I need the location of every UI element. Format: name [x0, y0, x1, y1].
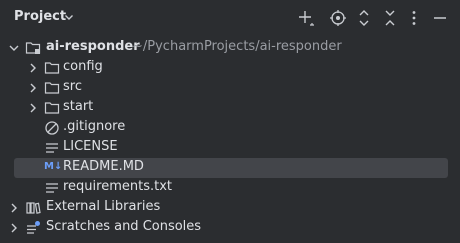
- tree-row-license[interactable]: LICENSE: [0, 138, 460, 158]
- markdown-file-icon: M↓: [44, 161, 63, 172]
- tree-item-label: Scratches and Consoles: [46, 219, 202, 234]
- root-path: ~/PycharmProjects/ai-responder: [132, 39, 342, 54]
- tree-row-requirements[interactable]: requirements.txt: [0, 178, 460, 198]
- folder-icon: [44, 60, 60, 76]
- hide-icon[interactable]: [430, 8, 450, 28]
- locate-icon[interactable]: [328, 8, 348, 28]
- tree-row-src[interactable]: src: [0, 78, 460, 98]
- tree-item-label: External Libraries: [46, 199, 161, 214]
- scratches-icon: [25, 220, 41, 236]
- tree-item-label: config: [63, 59, 103, 74]
- add-icon[interactable]: [296, 8, 316, 28]
- chevron-right-icon[interactable]: [8, 222, 20, 234]
- tree-item-label: LICENSE: [63, 139, 118, 154]
- folder-icon: [44, 80, 60, 96]
- project-title[interactable]: Project: [14, 9, 66, 24]
- expand-all-icon[interactable]: [354, 8, 374, 28]
- ignore-file-icon: [44, 120, 60, 136]
- collapse-all-icon[interactable]: [380, 8, 400, 28]
- tree-row-config[interactable]: config: [0, 58, 460, 78]
- chevron-right-icon[interactable]: [27, 82, 39, 94]
- tree-item-label: .gitignore: [63, 119, 126, 134]
- chevron-right-icon[interactable]: [27, 102, 39, 114]
- tree-item-label: src: [63, 79, 82, 94]
- tree-item-label: requirements.txt: [63, 179, 173, 194]
- module-folder-icon: [25, 40, 41, 56]
- project-tool-window-header: Project: [0, 0, 460, 36]
- library-icon: [25, 200, 41, 216]
- chevron-down-icon[interactable]: [8, 42, 20, 54]
- chevron-right-icon[interactable]: [27, 62, 39, 74]
- chevron-down-icon[interactable]: [64, 12, 74, 22]
- text-file-icon: [44, 140, 60, 156]
- more-icon[interactable]: [404, 8, 424, 28]
- tree-row-root[interactable]: ai-responder ~/PycharmProjects/ai-respon…: [0, 38, 460, 58]
- tree-item-label: start: [63, 99, 94, 114]
- tree-row-external-libraries[interactable]: External Libraries: [0, 198, 460, 218]
- text-file-icon: [44, 180, 60, 196]
- chevron-right-icon[interactable]: [8, 202, 20, 214]
- tree-row-start[interactable]: start: [0, 98, 460, 118]
- tree-row-readme[interactable]: M↓ README.MD: [0, 158, 460, 178]
- tree-row-scratches[interactable]: Scratches and Consoles: [0, 218, 460, 238]
- root-label: ai-responder: [46, 39, 140, 54]
- folder-icon: [44, 100, 60, 116]
- tree-row-gitignore[interactable]: .gitignore: [0, 118, 460, 138]
- tree-item-label: README.MD: [63, 159, 144, 174]
